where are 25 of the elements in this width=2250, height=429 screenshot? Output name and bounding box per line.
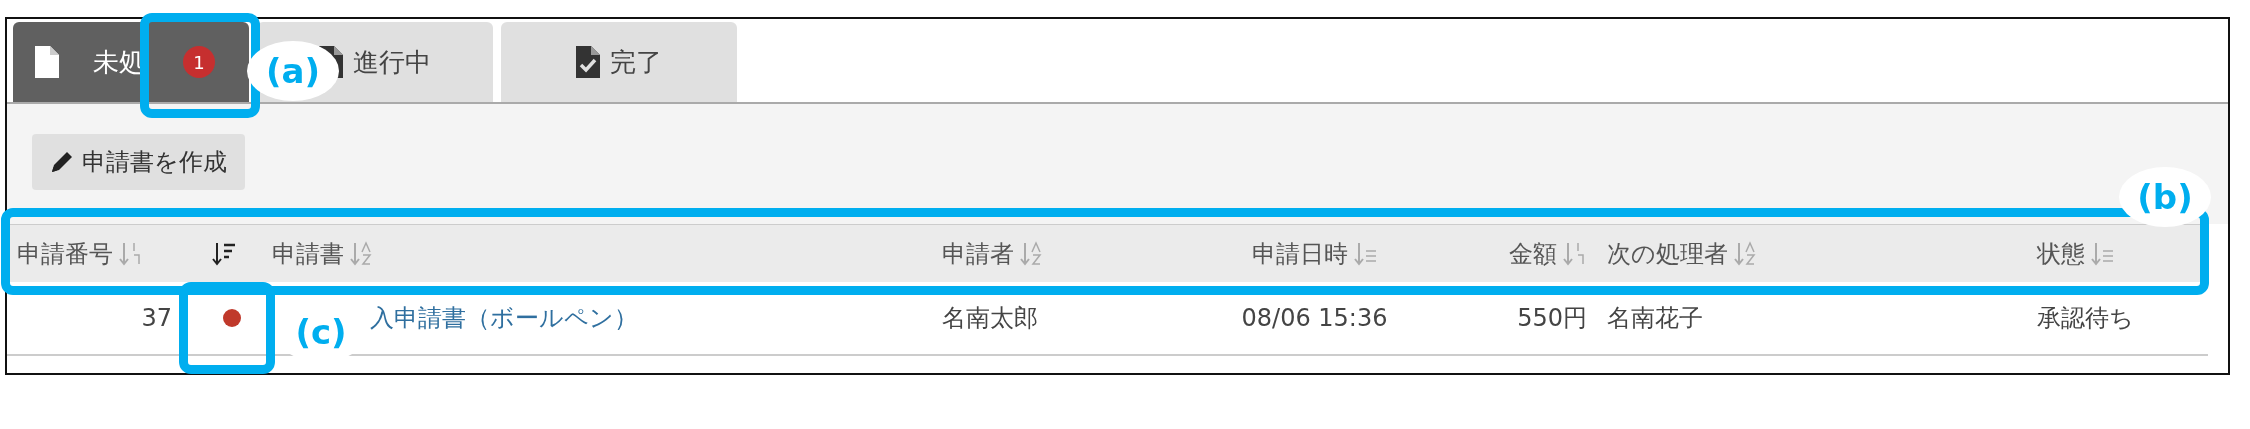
- sort-icon[interactable]: [350, 240, 374, 267]
- table-cell-text: 名南花子: [1607, 303, 1703, 334]
- sort-icon[interactable]: [1734, 240, 1758, 267]
- sort-icon[interactable]: [1563, 240, 1587, 267]
- sort-icon[interactable]: [1020, 240, 1044, 267]
- column-header[interactable]: 申請者: [942, 235, 1014, 272]
- tab[interactable]: 完了: [501, 22, 737, 102]
- table-cell-text: 名南太郎: [942, 303, 1038, 334]
- create-button[interactable]: 申請書を作成: [32, 134, 245, 190]
- sort-icon[interactable]: [119, 240, 143, 267]
- application-link[interactable]: 入申請書（ボールペン）: [370, 300, 638, 336]
- count-badge: 1: [183, 46, 215, 78]
- table-cell-text: 08/06 15:36: [1241, 303, 1388, 334]
- table-cell-text: 550円: [1517, 303, 1587, 334]
- sort-icon[interactable]: [2091, 240, 2115, 267]
- table-cell-text: 37: [141, 303, 172, 334]
- filter-sort-icon[interactable]: [212, 240, 236, 267]
- sort-icon[interactable]: [1353, 240, 1378, 267]
- table-cell-text: 承認待ち: [2037, 303, 2134, 334]
- checked-file-icon: [576, 46, 600, 78]
- column-header[interactable]: 次の処理者: [1607, 235, 1728, 272]
- column-header[interactable]: 申請書: [272, 235, 344, 272]
- file-icon: [35, 46, 59, 78]
- column-header[interactable]: 状態: [2037, 235, 2085, 272]
- pencil-icon: [50, 150, 74, 174]
